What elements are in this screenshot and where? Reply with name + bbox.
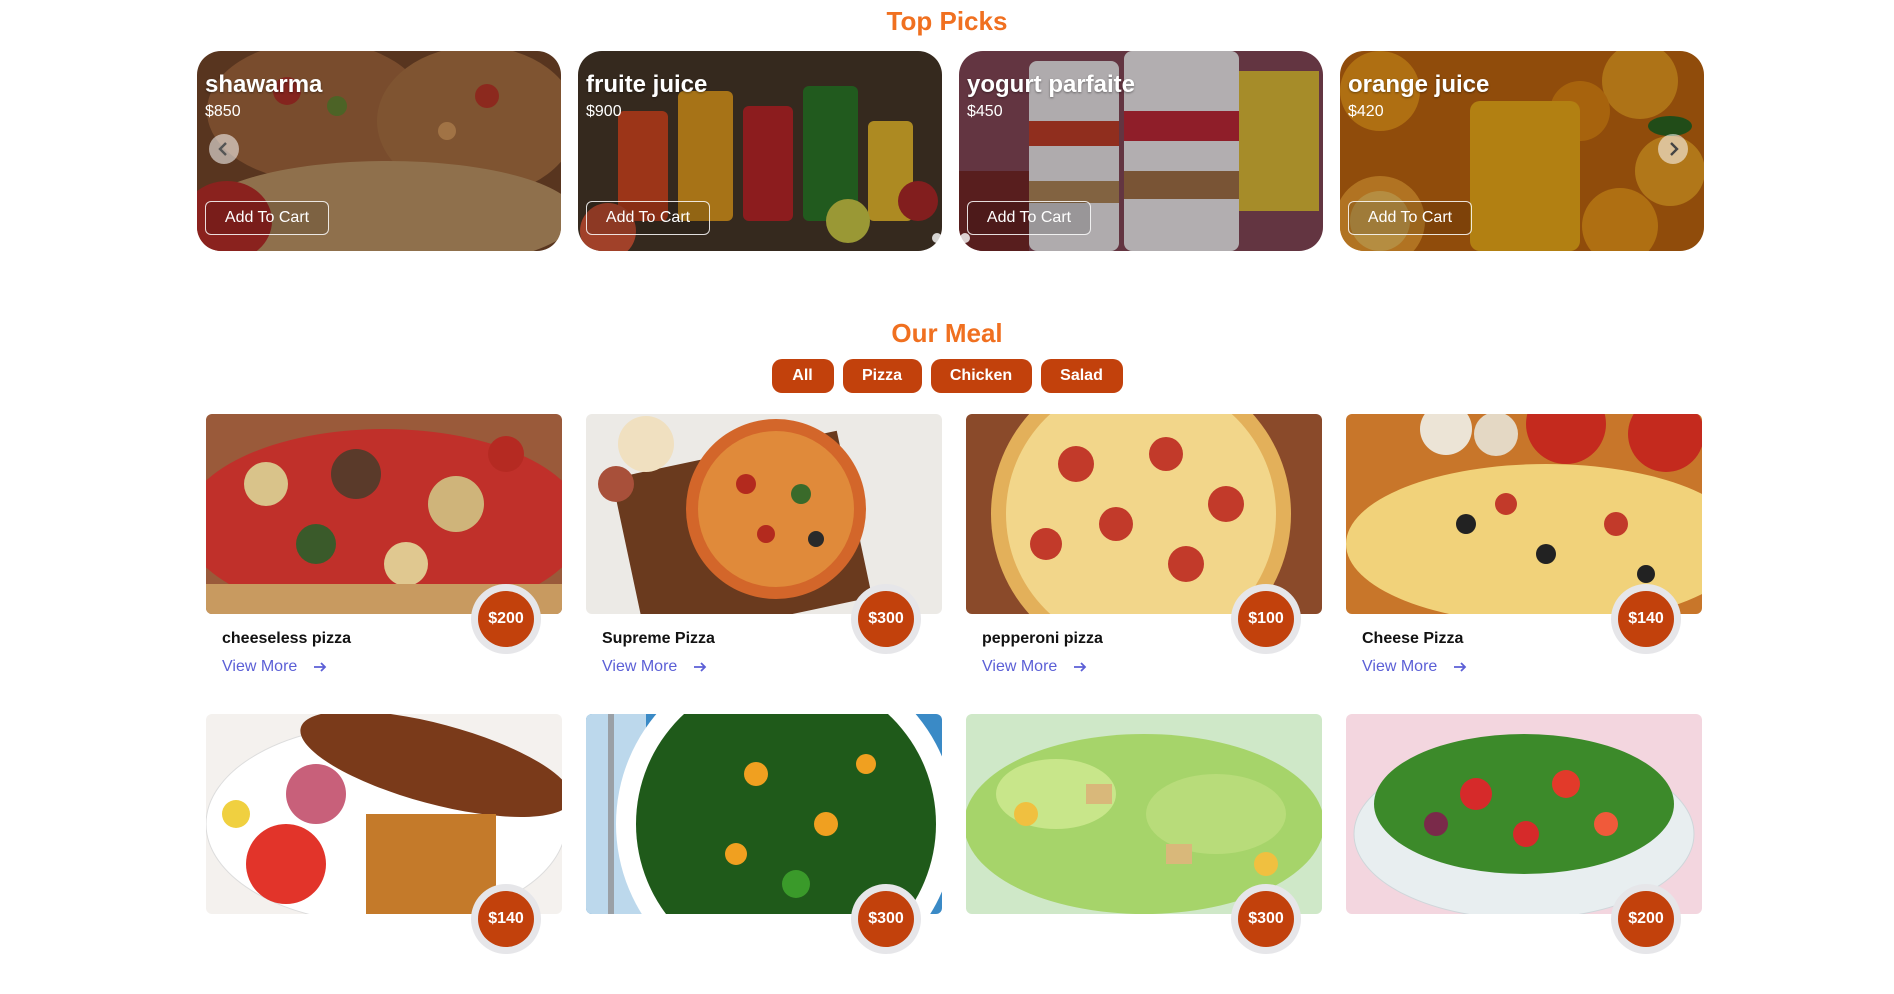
- meal-card-cheeseless-pizza[interactable]: $200 cheeseless pizza View More: [206, 414, 562, 694]
- filter-pizza-button[interactable]: Pizza: [842, 359, 922, 393]
- add-to-cart-button[interactable]: Add To Cart: [967, 201, 1091, 235]
- arrow-right-icon: [694, 662, 707, 672]
- meal-image: [206, 714, 562, 914]
- meal-card-supreme-pizza[interactable]: $300 Supreme Pizza View More: [586, 414, 942, 694]
- filter-salad-button[interactable]: Salad: [1040, 359, 1123, 393]
- meal-card-pepperoni-pizza[interactable]: $100 pepperoni pizza View More: [966, 414, 1322, 694]
- filter-chicken-button[interactable]: Chicken: [930, 359, 1032, 393]
- carousel-dot[interactable]: [960, 233, 970, 243]
- chevron-left-icon[interactable]: [209, 134, 239, 164]
- meal-card-caesar-salad[interactable]: $300: [966, 714, 1322, 994]
- carousel-dots: [932, 233, 970, 243]
- meal-image: [1346, 414, 1702, 614]
- pick-price: $450: [967, 103, 1003, 120]
- price-badge: $300: [858, 591, 914, 647]
- meal-name: cheeseless pizza: [222, 630, 351, 647]
- view-more-label: View More: [602, 658, 678, 675]
- meal-image: [206, 414, 562, 614]
- view-more-label: View More: [222, 658, 298, 675]
- pick-name: shawarma: [205, 71, 323, 98]
- filter-all-button[interactable]: All: [771, 359, 834, 393]
- meal-card-cheese-pizza[interactable]: $140 Cheese Pizza View More: [1346, 414, 1702, 694]
- arrow-right-icon: [1454, 662, 1467, 672]
- meal-filter-bar: All Pizza Chicken Salad: [0, 359, 1894, 393]
- price-badge: $100: [1238, 591, 1294, 647]
- meal-name: Supreme Pizza: [602, 630, 715, 647]
- arrow-right-icon: [314, 662, 327, 672]
- price-badge: $140: [478, 891, 534, 947]
- pick-price: $900: [586, 103, 622, 120]
- meal-image: [1346, 714, 1702, 914]
- pick-card-fruite-juice[interactable]: fruite juice $900 Add To Cart: [578, 51, 942, 251]
- our-meal-title: Our Meal: [891, 318, 1003, 348]
- pick-card-yogurt-parfaite[interactable]: yogurt parfaite $450 Add To Cart: [959, 51, 1323, 251]
- view-more-label: View More: [1362, 658, 1438, 675]
- add-to-cart-button[interactable]: Add To Cart: [1348, 201, 1472, 235]
- meal-image: [586, 714, 942, 914]
- price-badge: $300: [1238, 891, 1294, 947]
- view-more-link[interactable]: View More: [602, 658, 707, 676]
- meal-card-kale-salad[interactable]: $300: [586, 714, 942, 994]
- price-badge: $200: [1618, 891, 1674, 947]
- meal-image: [966, 714, 1322, 914]
- view-more-link[interactable]: View More: [982, 658, 1087, 676]
- pick-name: yogurt parfaite: [967, 71, 1136, 98]
- pick-name: fruite juice: [586, 71, 708, 98]
- meal-card-garden-salad[interactable]: $200: [1346, 714, 1702, 994]
- add-to-cart-button[interactable]: Add To Cart: [205, 201, 329, 235]
- pick-name: orange juice: [1348, 71, 1490, 98]
- carousel-dot[interactable]: [932, 233, 942, 243]
- arrow-right-icon: [1074, 662, 1087, 672]
- view-more-link[interactable]: View More: [222, 658, 327, 676]
- pick-price: $850: [205, 103, 241, 120]
- top-picks-carousel[interactable]: shawarma $850 Add To Cart fruite juice $…: [197, 51, 1704, 251]
- pick-price: $420: [1348, 103, 1384, 120]
- meal-name: Cheese Pizza: [1362, 630, 1464, 647]
- meal-image: [586, 414, 942, 614]
- carousel-dot[interactable]: [946, 233, 956, 243]
- meal-image: [966, 414, 1322, 614]
- view-more-label: View More: [982, 658, 1058, 675]
- chevron-right-icon[interactable]: [1658, 134, 1688, 164]
- price-badge: $140: [1618, 591, 1674, 647]
- price-badge: $300: [858, 891, 914, 947]
- price-badge: $200: [478, 591, 534, 647]
- pick-card-shawarma[interactable]: shawarma $850 Add To Cart: [197, 51, 561, 251]
- pick-card-orange-juice[interactable]: orange juice $420 Add To Cart: [1340, 51, 1704, 251]
- view-more-link[interactable]: View More: [1362, 658, 1467, 676]
- add-to-cart-button[interactable]: Add To Cart: [586, 201, 710, 235]
- top-picks-title: Top Picks: [886, 6, 1008, 36]
- meal-card-fish-platter[interactable]: $140: [206, 714, 562, 994]
- meal-name: pepperoni pizza: [982, 630, 1103, 647]
